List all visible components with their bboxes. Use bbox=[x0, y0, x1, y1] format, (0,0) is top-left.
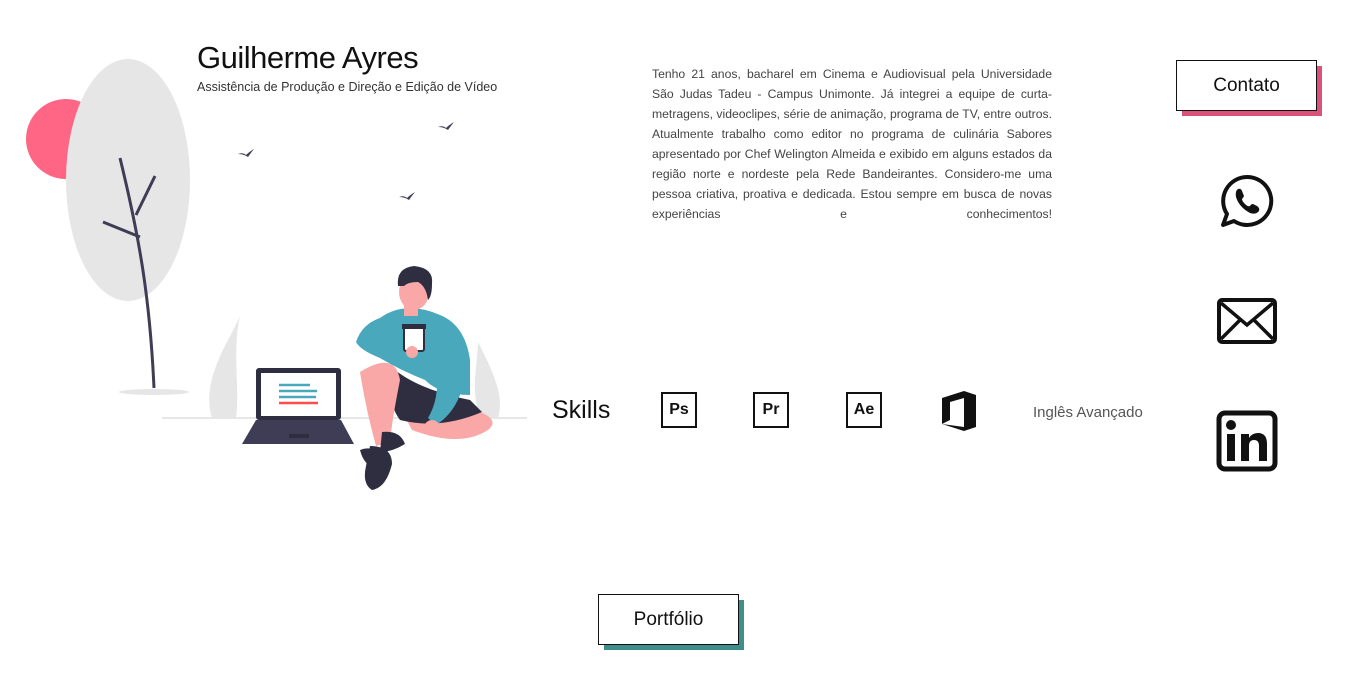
bird-icon bbox=[438, 122, 454, 130]
premiere-icon: Pr bbox=[753, 392, 789, 428]
laptop-icon bbox=[242, 368, 354, 444]
page-subtitle: Assistência de Produção e Direção e Ediç… bbox=[197, 80, 498, 94]
contact-button[interactable]: Contato bbox=[1176, 60, 1317, 111]
office-icon bbox=[942, 391, 976, 431]
tree-canopy bbox=[66, 59, 190, 301]
language-skill: Inglês Avançado bbox=[1033, 404, 1143, 421]
portfolio-button[interactable]: Portfólio bbox=[598, 594, 739, 645]
photoshop-icon: Ps bbox=[661, 392, 697, 428]
whatsapp-icon[interactable] bbox=[1214, 168, 1280, 234]
person-illustration bbox=[356, 266, 493, 490]
linkedin-icon[interactable] bbox=[1214, 408, 1280, 474]
page-title: Guilherme Ayres bbox=[197, 40, 419, 75]
bio-text: Tenho 21 anos, bacharel em Cinema e Audi… bbox=[652, 67, 1052, 221]
hero-illustration bbox=[26, 59, 527, 490]
after-effects-icon: Ae bbox=[846, 392, 882, 428]
page: Guilherme Ayres Assistência de Produção … bbox=[0, 0, 1364, 676]
email-icon[interactable] bbox=[1214, 288, 1280, 354]
bird-icon bbox=[238, 149, 254, 157]
skills-label: Skills bbox=[552, 396, 611, 424]
bird-icon bbox=[399, 192, 415, 200]
